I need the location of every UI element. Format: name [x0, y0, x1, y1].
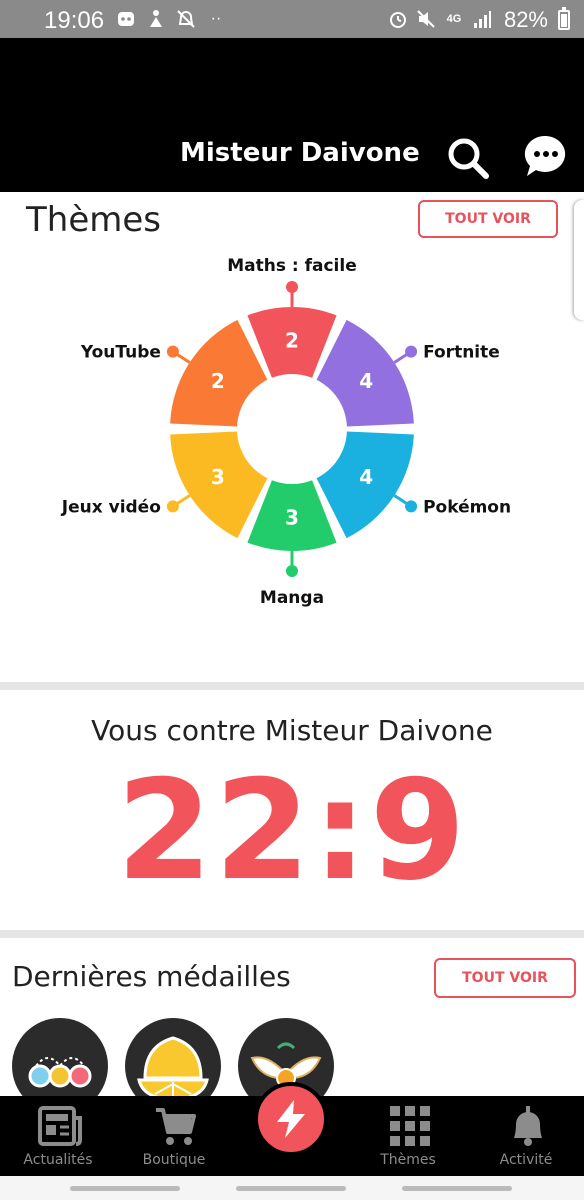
donut-segment-label: Jeux vidéo: [61, 497, 161, 517]
system-nav-bar: [0, 1176, 584, 1200]
donut-leader-dot: [286, 565, 298, 577]
quick-play-button[interactable]: [254, 1082, 328, 1156]
nav-label-shop: Boutique: [142, 1152, 206, 1168]
chat-button[interactable]: [524, 134, 568, 178]
donut-leader-dot: [166, 500, 179, 513]
medals-see-all-button[interactable]: TOUT VOIR: [434, 958, 576, 998]
themes-donut-chart: 2 Maths : facile 4 Fortnite 4 Pokémon 3 Manga 3 J…: [61, 256, 511, 608]
network-type-label: 4G: [446, 13, 462, 25]
search-button[interactable]: [446, 136, 490, 180]
donut-leader-dot: [286, 281, 298, 293]
donut-segment-label: Fortnite: [423, 343, 500, 363]
donut-segment-label: Maths : facile: [227, 256, 357, 276]
system-recents-gesture[interactable]: [402, 1186, 512, 1191]
battery-percent: 82%: [503, 7, 548, 32]
gamepad-notification-icon: [116, 9, 136, 29]
app-header: Misteur Daivone: [0, 38, 584, 192]
status-bar: 19:06 ·· 4G 82%: [0, 0, 584, 38]
alarm-off-icon: [176, 9, 196, 29]
nav-label-news: Actualités: [23, 1152, 93, 1168]
score-card: Vous contre Misteur Daivone 22:9: [0, 690, 584, 930]
more-notifications-icon: ··: [210, 10, 222, 27]
medals-section-title: Dernières médailles: [12, 960, 291, 993]
donut-segment-label: YouTube: [80, 343, 161, 363]
nav-label-themes: Thèmes: [380, 1152, 436, 1168]
nav-item-shop[interactable]: Boutique: [124, 1096, 224, 1176]
chat-bubble-icon: [524, 135, 566, 176]
alarm-icon: [388, 9, 408, 29]
nav-label-activity: Activité: [499, 1152, 553, 1168]
donut-segment-value: 4: [359, 369, 373, 393]
donut-leader-dot: [405, 345, 418, 358]
opponent-name-title: Misteur Daivone: [180, 138, 420, 168]
donut-segment-label: Pokémon: [423, 497, 511, 517]
battery-icon: [558, 7, 570, 30]
status-time: 19:06: [44, 7, 105, 34]
side-scroll-handle[interactable]: [574, 200, 584, 320]
donut-segment-value: 2: [211, 369, 225, 393]
newspaper-icon: [38, 1106, 82, 1146]
lightning-bolt-icon: [277, 1100, 305, 1138]
donut-segment-label: Manga: [260, 588, 324, 608]
versus-label: Vous contre Misteur Daivone: [91, 714, 493, 747]
fitness-notification-icon: [146, 9, 166, 29]
system-back-gesture[interactable]: [70, 1186, 180, 1191]
donut-segment-value: 4: [359, 465, 373, 489]
search-icon: [448, 138, 489, 179]
bell-icon: [514, 1106, 542, 1146]
donut-segment-value: 3: [285, 506, 299, 530]
donut-leader-dot: [405, 500, 418, 513]
nav-item-news[interactable]: Actualités: [8, 1096, 108, 1176]
score-value: 22:9: [116, 750, 468, 911]
medals-card: Dernières médailles TOUT VOIR: [0, 938, 584, 1114]
grid-icon: [390, 1106, 430, 1146]
mute-icon: [416, 9, 436, 29]
nav-item-activity[interactable]: Activité: [476, 1096, 576, 1176]
donut-segment-value: 3: [211, 465, 225, 489]
signal-icon: [472, 9, 492, 29]
nav-item-themes[interactable]: Thèmes: [358, 1096, 458, 1176]
shopping-cart-icon: [156, 1108, 196, 1145]
donut-segment-value: 2: [285, 329, 299, 353]
battery-fill: [561, 13, 567, 27]
system-home-gesture[interactable]: [236, 1186, 346, 1191]
donut-leader-dot: [166, 345, 179, 358]
themes-card: Thèmes TOUT VOIR 2 Maths : facile 4 Fortnit…: [0, 192, 584, 682]
